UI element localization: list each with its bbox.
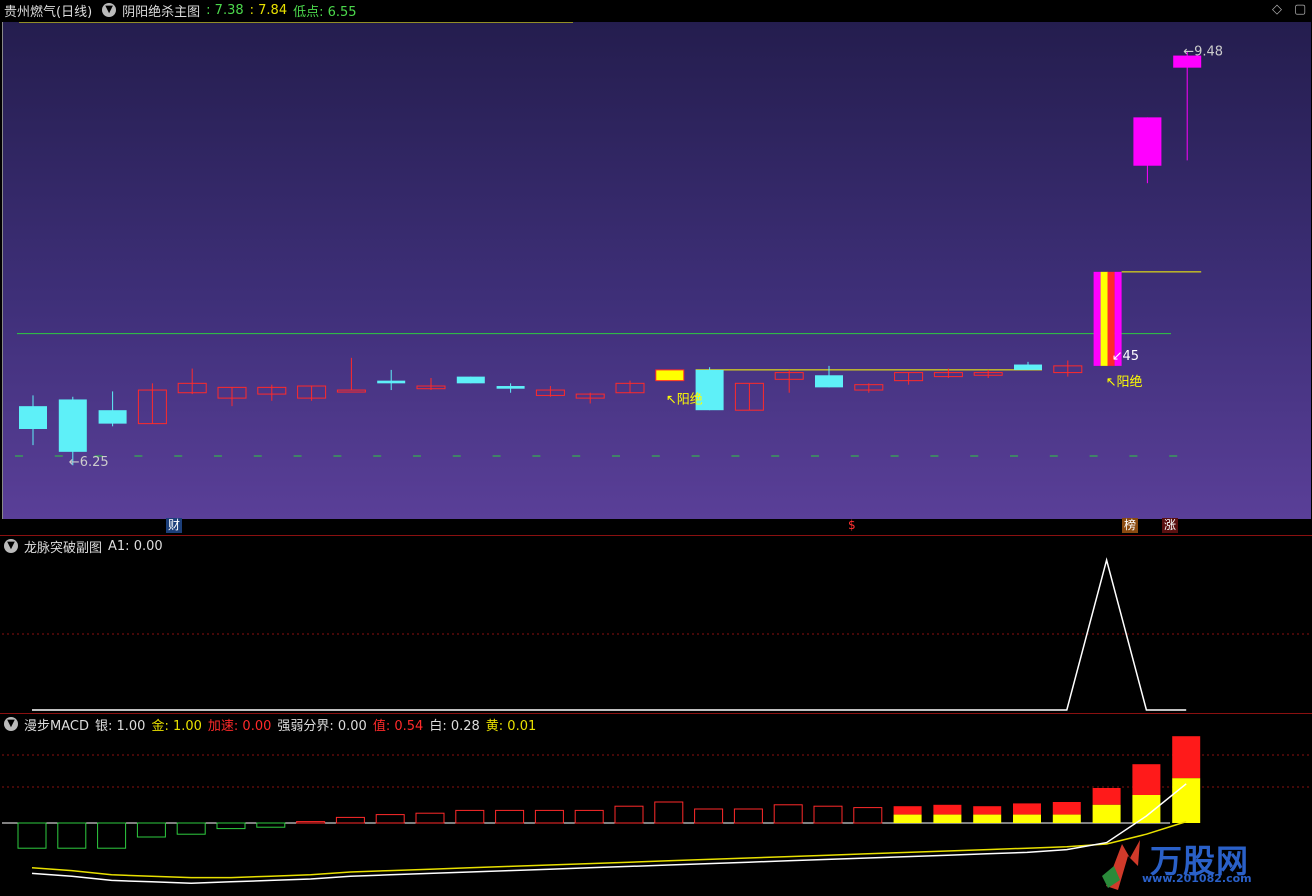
signal-candle-small xyxy=(655,369,685,382)
badge-ranking[interactable]: 榜 xyxy=(1122,518,1139,533)
signal-label-main: ↖阳绝 xyxy=(1106,374,1143,390)
macd-bar xyxy=(1132,764,1161,795)
macd-bar xyxy=(813,805,843,824)
macd-bar xyxy=(893,806,922,815)
macd-bar xyxy=(1092,804,1121,823)
chevron-down-icon[interactable]: ▼ xyxy=(102,3,117,17)
candle-body xyxy=(456,376,485,384)
candle-body xyxy=(377,380,406,384)
macd-bar xyxy=(495,809,525,824)
header-value-1: : 7.38 xyxy=(206,2,244,18)
candle-body xyxy=(58,399,87,452)
restore-icon[interactable]: ▢ xyxy=(1294,2,1306,17)
macd-bar xyxy=(1013,803,1041,815)
macd-bar xyxy=(773,804,803,824)
breakout-line-chart xyxy=(2,557,1310,711)
signal-label-early: ↖阳绝 xyxy=(666,391,703,407)
macd-bar xyxy=(57,822,87,849)
macd-value-gold: 金: 1.00 xyxy=(151,718,202,734)
sub-panel-header: ▼ 龙脉突破副图 A1: 0.00 xyxy=(0,536,1312,556)
macd-bar xyxy=(1013,814,1041,823)
macd-bar xyxy=(853,807,883,824)
low-price-label: ←6.25 xyxy=(69,455,109,470)
macd-bar xyxy=(415,812,445,824)
level-label: ↙45 xyxy=(1112,349,1139,364)
badge-finance[interactable]: 财 xyxy=(166,518,183,533)
macd-bar xyxy=(733,808,763,824)
candle-body xyxy=(1133,117,1162,166)
macd-bar xyxy=(1172,778,1201,823)
a1-line xyxy=(32,557,1187,711)
indicator-name[interactable]: 阴阳绝杀主图 xyxy=(122,1,200,20)
candle-body xyxy=(1014,364,1042,370)
macd-bar xyxy=(933,814,962,823)
macd-bar xyxy=(973,806,1002,815)
signal-candle-stripe xyxy=(1093,271,1101,366)
macd-title[interactable]: 漫步MACD xyxy=(24,715,89,734)
watermark-url: www.201082.com xyxy=(1142,872,1252,885)
sub-panel-title[interactable]: 龙脉突破副图 xyxy=(24,537,102,556)
candlestick-chart: ←6.25 ←9.48 ↙45 ↖阳绝 ↖阳绝 xyxy=(15,22,1223,470)
macd-bar xyxy=(1052,802,1081,815)
macd-bar xyxy=(216,822,246,830)
macd-bar xyxy=(1172,736,1201,779)
macd-value-white: 白: 0.28 xyxy=(429,718,480,734)
macd-bar xyxy=(97,822,127,849)
macd-bar xyxy=(1092,788,1121,805)
watermark-logo: 万股网 www.201082.com xyxy=(1100,836,1305,892)
badge-limit-up[interactable]: 涨 xyxy=(1162,518,1179,533)
macd-header: ▼ 漫步MACD 银: 1.00 金: 1.00 加速: 0.00 强弱分界: … xyxy=(0,714,1312,734)
chevron-down-icon[interactable]: ▼ xyxy=(4,539,18,553)
macd-bar xyxy=(136,822,166,838)
macd-bar xyxy=(256,822,286,828)
macd-bar xyxy=(455,809,485,824)
macd-bar xyxy=(375,814,405,824)
macd-bar xyxy=(296,821,326,824)
candle-body xyxy=(19,406,47,430)
high-price-label: ←9.48 xyxy=(1183,45,1223,60)
macd-bar xyxy=(893,814,922,823)
macd-bar xyxy=(176,822,206,835)
candle-body xyxy=(815,375,843,388)
diamond-icon[interactable]: ◇ xyxy=(1272,2,1282,17)
candle-body xyxy=(336,389,366,393)
macd-value-accel: 加速: 0.00 xyxy=(207,718,272,734)
header-value-3: 低点: 6.55 xyxy=(293,4,357,20)
macd-bar xyxy=(694,808,724,824)
header-value-2: : 7.84 xyxy=(249,2,288,18)
candle-body xyxy=(98,410,127,424)
signal-candle-stripe xyxy=(1100,271,1108,366)
sub-panel-value: A1: 0.00 xyxy=(108,538,163,554)
macd-bar xyxy=(654,801,684,824)
sub-chart-panel[interactable] xyxy=(2,556,1310,712)
macd-value-yellow: 黄: 0.01 xyxy=(485,718,537,734)
candle-body xyxy=(496,386,525,389)
macd-bar xyxy=(614,805,644,824)
macd-bar xyxy=(17,822,47,849)
macd-bar xyxy=(973,814,1002,823)
macd-bar xyxy=(335,816,365,824)
chevron-down-icon[interactable]: ▼ xyxy=(4,717,18,731)
logo-arrow-icon xyxy=(1102,840,1140,890)
macd-value-silver: 银: 1.00 xyxy=(94,718,146,734)
macd-value-boundary: 强弱分界: 0.00 xyxy=(277,718,367,734)
macd-value-val: 值: 0.54 xyxy=(372,718,424,734)
macd-bar xyxy=(933,804,962,815)
macd-bar xyxy=(1052,814,1081,823)
macd-bar xyxy=(534,809,564,824)
main-chart-panel[interactable]: ←6.25 ←9.48 ↙45 ↖阳绝 ↖阳绝 xyxy=(2,22,1311,519)
main-header: 贵州燃气(日线) ▼ 阴阳绝杀主图 : 7.38 : 7.84 低点: 6.55 xyxy=(0,0,1312,20)
stock-title[interactable]: 贵州燃气(日线) xyxy=(4,1,92,20)
macd-bar xyxy=(574,809,604,824)
badge-dollar[interactable]: $ xyxy=(846,518,858,533)
